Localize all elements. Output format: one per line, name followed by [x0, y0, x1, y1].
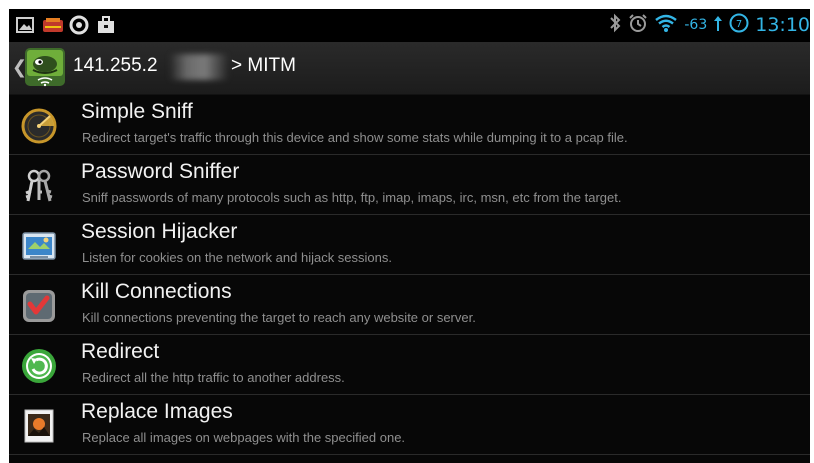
- item-title: Simple Sniff: [81, 100, 193, 123]
- keys-icon: [20, 167, 58, 205]
- section-title: > MITM: [231, 55, 296, 76]
- alarm-icon: [628, 13, 648, 37]
- briefcase-icon: [96, 15, 116, 35]
- image-icon: [20, 407, 58, 445]
- svg-text:7: 7: [736, 19, 742, 30]
- list-item-replace-images[interactable]: Replace Images Replace all images on web…: [9, 395, 810, 455]
- item-title: Session Hijacker: [81, 220, 238, 243]
- signal-strength: -63: [684, 17, 708, 33]
- list-item-password-sniffer[interactable]: Password Sniffer Sniff passwords of many…: [9, 155, 810, 215]
- clock-time: 13:10: [755, 14, 810, 36]
- radar-icon: [20, 107, 58, 145]
- list-item-simple-sniff[interactable]: Simple Sniff Redirect target's traffic t…: [9, 95, 810, 155]
- item-description: Listen for cookies on the network and hi…: [82, 250, 393, 265]
- bluetooth-icon: [608, 13, 622, 37]
- device-screen: -63 7 13:10 ❮ 141.255.2 > MITM Simple Sn…: [9, 9, 810, 463]
- redacted-ip-blur: [169, 54, 229, 80]
- item-description: Kill connections preventing the target t…: [82, 310, 476, 325]
- item-description: Redirect target's traffic through this d…: [82, 130, 628, 145]
- notification-icons: [15, 15, 116, 35]
- target-ip-label: 141.255.2: [73, 55, 158, 76]
- circle-o-icon: [69, 15, 89, 35]
- list-item-session-hijacker[interactable]: Session Hijacker Listen for cookies on t…: [9, 215, 810, 275]
- redirect-icon: [20, 347, 58, 385]
- item-title: Kill Connections: [81, 280, 232, 303]
- app-logo-icon[interactable]: [23, 46, 67, 88]
- item-description: Sniff passwords of many protocols such a…: [82, 190, 622, 205]
- item-description: Replace all images on webpages with the …: [82, 430, 406, 445]
- mitm-module-list: Simple Sniff Redirect target's traffic t…: [9, 95, 810, 455]
- item-title: Redirect: [81, 340, 160, 363]
- signal-bars-icon: [713, 13, 723, 37]
- card-icon: [42, 15, 63, 35]
- list-item-redirect[interactable]: Redirect Redirect all the http traffic t…: [9, 335, 810, 395]
- system-icons: -63 7 13:10: [608, 13, 810, 37]
- clock-app-icon: 7: [729, 13, 749, 37]
- status-bar: -63 7 13:10: [9, 9, 810, 42]
- session-icon: [20, 227, 58, 265]
- kill-icon: [20, 287, 58, 325]
- wifi-icon: [654, 13, 678, 37]
- item-title: Replace Images: [81, 400, 233, 423]
- item-description: Redirect all the http traffic to another…: [82, 370, 345, 385]
- action-bar: ❮ 141.255.2 > MITM: [9, 42, 810, 95]
- item-title: Password Sniffer: [81, 160, 240, 183]
- list-item-kill-connections[interactable]: Kill Connections Kill connections preven…: [9, 275, 810, 335]
- picture-icon: [15, 15, 35, 35]
